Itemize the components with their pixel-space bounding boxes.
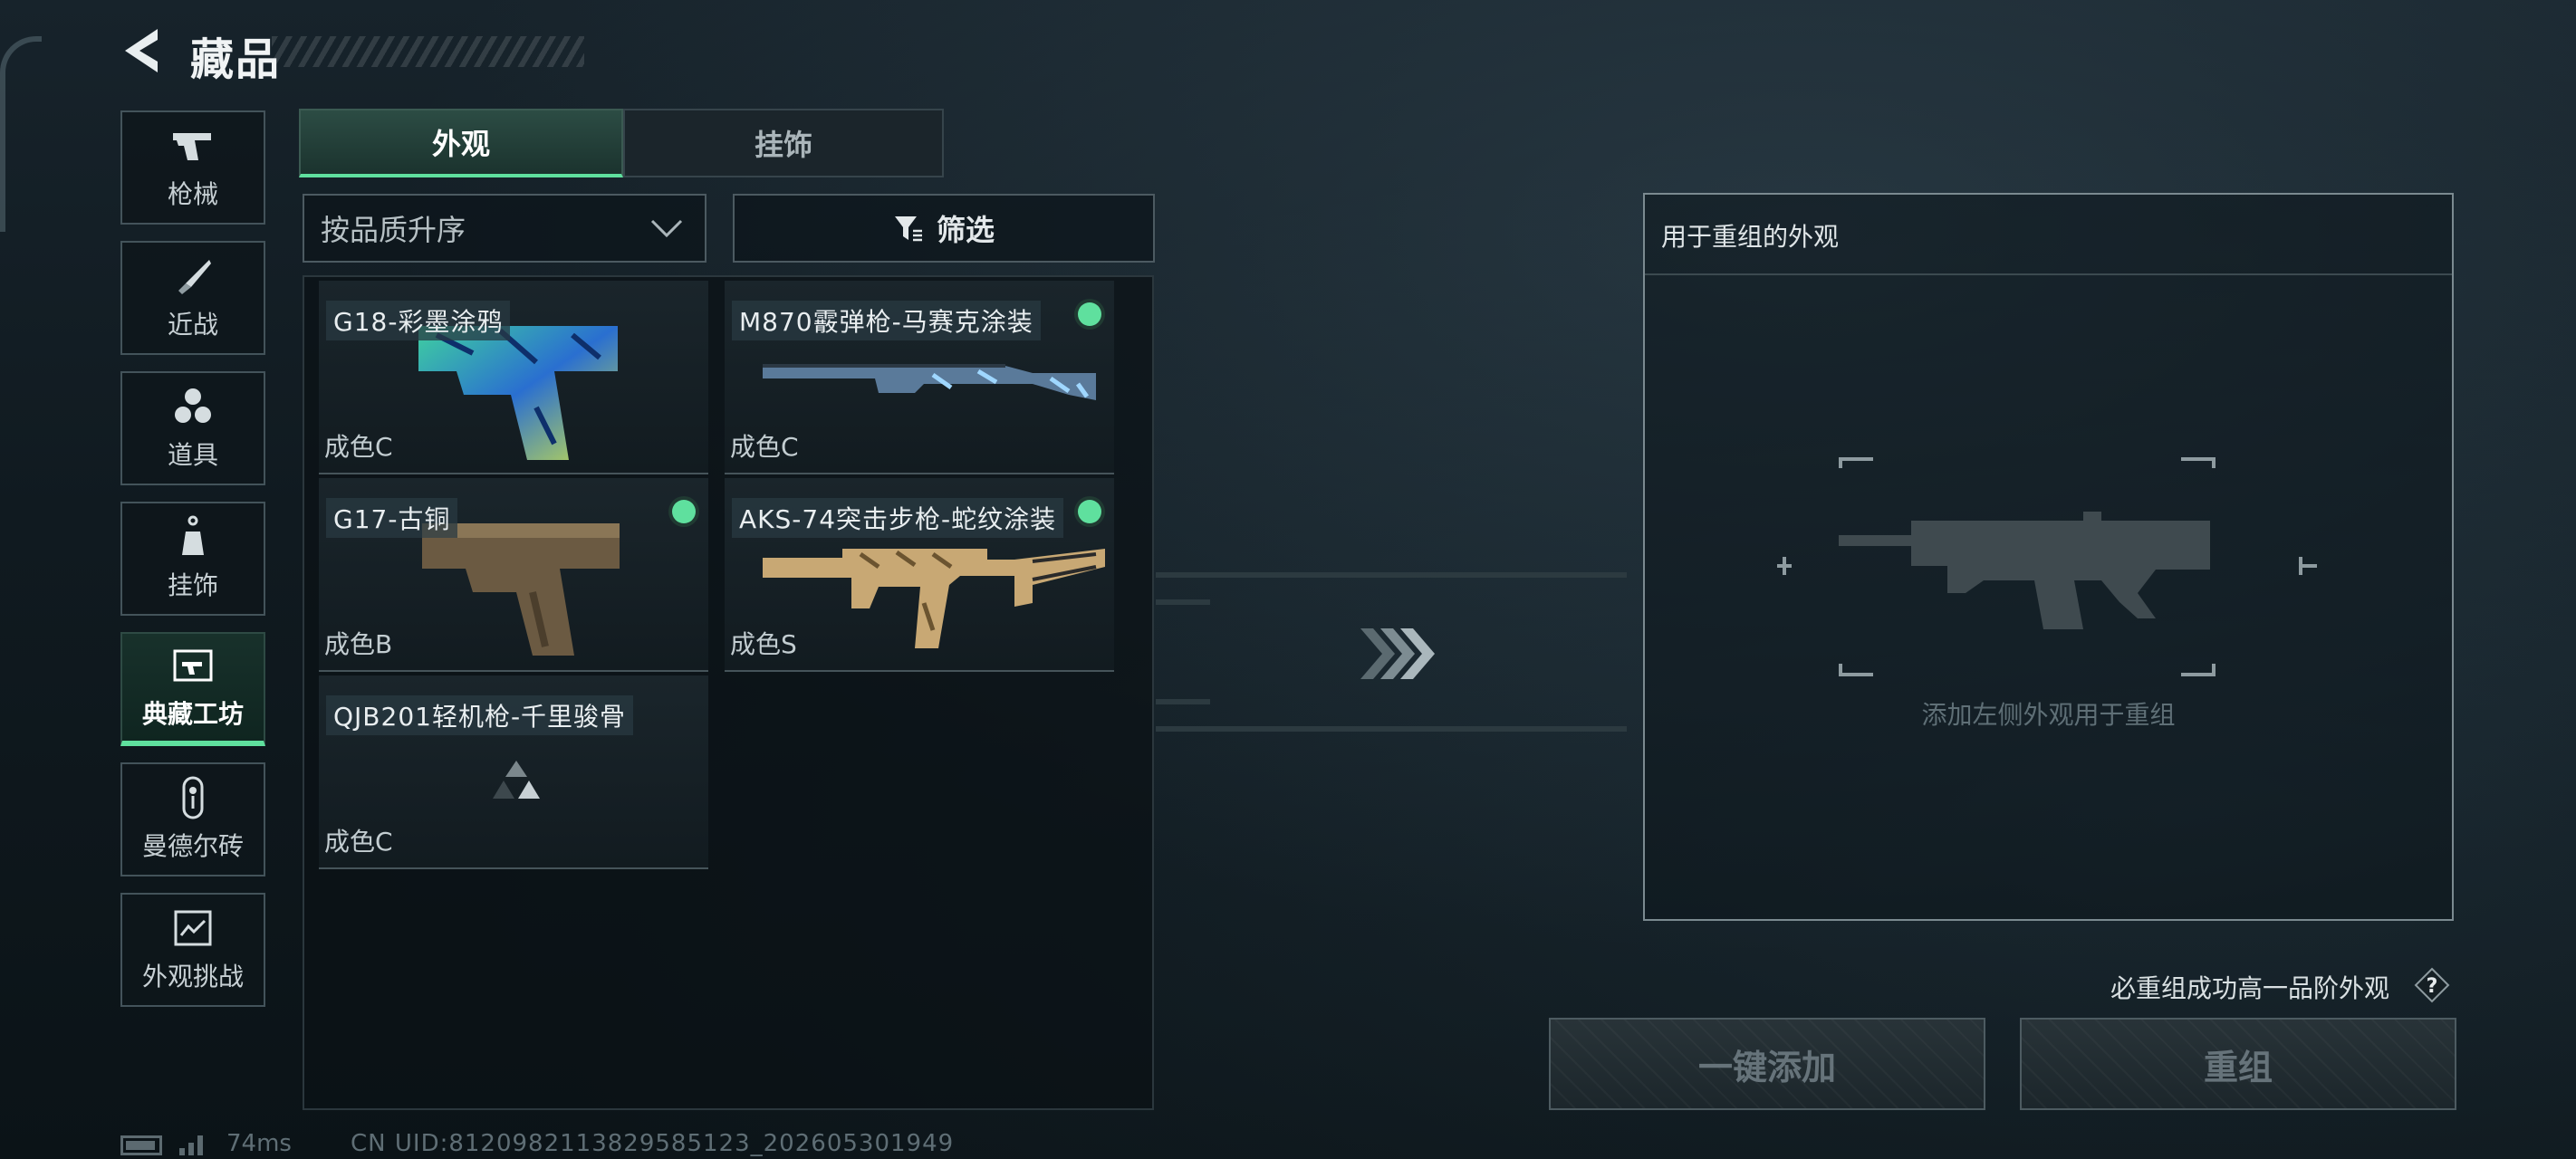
skin-name: QJB201轻机枪-千里骏骨 (326, 695, 634, 735)
sidebar-item-label: 道具 (167, 440, 218, 470)
brick-icon (171, 776, 215, 819)
sidebar-item-workshop[interactable]: 典藏工坊 (120, 632, 265, 746)
sidebar-item-guns[interactable]: 枪械 (120, 110, 265, 225)
guarantee-text: 必重组成功高一品阶外观 (2110, 973, 2390, 1003)
skin-card-m870[interactable]: M870霰弹枪-马赛克涂装 成色C (725, 281, 1114, 474)
uid-text: CN UID:8120982113829585123_202605301949 (351, 1130, 955, 1157)
skin-grade: 成色S (730, 629, 797, 659)
skin-card-g17[interactable]: G17-古铜 成色B (319, 478, 708, 672)
equipped-indicator (672, 500, 696, 523)
placeholder-triangle (493, 761, 540, 799)
pistol-icon (171, 124, 215, 168)
help-icon-glyph: ? (2427, 975, 2438, 998)
battery-icon (120, 1135, 162, 1155)
tab-appearance[interactable]: 外观 (299, 109, 623, 177)
empty-slot-rifle-icon (1777, 457, 2317, 676)
skin-card-aks74[interactable]: AKS-74突击步枪-蛇纹涂装 成色S (725, 478, 1114, 672)
sidebar-item-label: 典藏工坊 (141, 699, 244, 729)
challenge-icon (171, 906, 215, 950)
skin-grade: 成色C (324, 827, 393, 857)
recombine-button[interactable]: 重组 (2020, 1018, 2456, 1110)
sort-dropdown[interactable]: 按品质升序 (303, 194, 706, 263)
sort-value: 按品质升序 (321, 213, 466, 247)
charm-icon (171, 515, 215, 559)
sidebar-item-challenge[interactable]: 外观挑战 (120, 893, 265, 1007)
help-icon[interactable]: ? (2414, 967, 2450, 1003)
divider (1645, 273, 2452, 275)
aks74-rifle-art (763, 549, 1105, 648)
skin-name: G17-古铜 (326, 498, 458, 538)
sidebar-item-bricks[interactable]: 曼德尔砖 (120, 762, 265, 876)
skin-grade: 成色C (324, 432, 393, 462)
add-all-button[interactable]: 一键添加 (1549, 1018, 1985, 1110)
m870-shotgun-art (763, 364, 1096, 400)
skin-card-qjb201[interactable]: QJB201轻机枪-千里骏骨 成色C (319, 675, 708, 869)
tab-charms[interactable]: 挂饰 (623, 109, 944, 177)
sidebar-item-label: 外观挑战 (141, 962, 244, 991)
arrows-right-icon (1360, 628, 1435, 679)
signal-icon (179, 1135, 203, 1155)
skin-card-g18[interactable]: G18-彩墨涂鸦 成色C (319, 281, 708, 474)
recombine-title: 用于重组的外观 (1661, 222, 1840, 252)
chevron-down-icon (650, 219, 683, 238)
filter-label: 筛选 (936, 213, 995, 247)
back-arrow-icon[interactable] (118, 25, 163, 76)
sidebar-item-label: 曼德尔砖 (141, 831, 244, 861)
sidebar-item-label: 挂饰 (167, 570, 218, 600)
skin-name: AKS-74突击步枪-蛇纹涂装 (732, 498, 1064, 538)
grenade-icon (171, 385, 215, 428)
skin-grade: 成色B (324, 629, 393, 659)
skin-name: M870霰弹枪-马赛克涂装 (732, 301, 1041, 340)
skin-name: G18-彩墨涂鸦 (326, 301, 511, 340)
equipped-indicator (1078, 302, 1101, 326)
sidebar-item-charms[interactable]: 挂饰 (120, 502, 265, 616)
skin-grade: 成色C (730, 432, 799, 462)
recombine-hint: 添加左侧外观用于重组 (1921, 700, 2176, 730)
sidebar-item-melee[interactable]: 近战 (120, 241, 265, 355)
workshop-icon (171, 644, 215, 687)
sidebar-item-label: 枪械 (167, 179, 218, 209)
knife-icon (171, 254, 215, 298)
screen-edge-decoration (0, 36, 42, 232)
equipped-indicator (1078, 500, 1101, 523)
page-title: 藏品 (190, 34, 282, 85)
ping-text: 74ms (226, 1130, 292, 1157)
filter-icon (894, 216, 922, 242)
sidebar-item-props[interactable]: 道具 (120, 371, 265, 485)
sidebar-item-label: 近战 (167, 310, 218, 340)
title-stripes-decoration (272, 36, 584, 67)
filter-button[interactable]: 筛选 (733, 194, 1155, 263)
